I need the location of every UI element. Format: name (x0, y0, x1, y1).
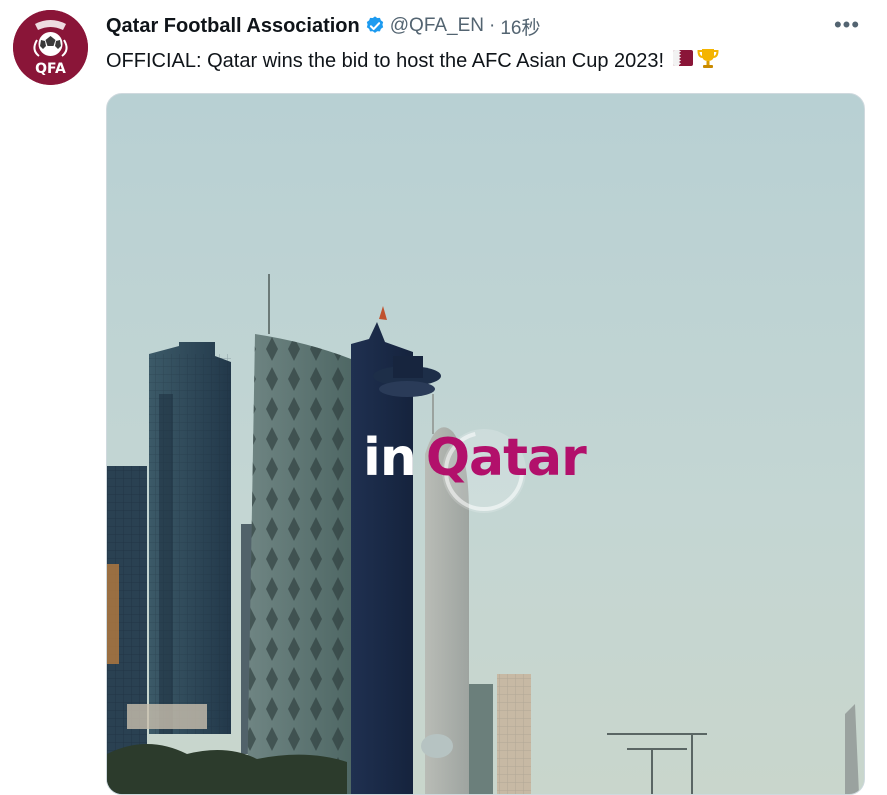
tweet-body: OFFICIAL: Qatar wins the bid to host the… (106, 46, 720, 76)
overlay-word-qatar: Qatar (425, 428, 587, 488)
tweet-text: OFFICIAL: Qatar wins the bid to host the… (106, 49, 665, 72)
author-name[interactable]: Qatar Football Association (106, 15, 360, 38)
tweet[interactable]: QFA Qatar Football Association @QFA_EN ·… (0, 0, 887, 795)
tweet-header: Qatar Football Association @QFA_EN · 16秒 (106, 12, 540, 40)
video-overlay-title: in Qatar (363, 428, 587, 488)
more-options-button[interactable]: ••• (831, 10, 863, 40)
tweet-timestamp[interactable]: 16秒 (500, 13, 540, 40)
author-avatar[interactable]: QFA (13, 10, 88, 85)
separator-dot: · (489, 15, 496, 36)
qfa-logo-icon: QFA (13, 10, 88, 85)
author-handle[interactable]: @QFA_EN (390, 15, 484, 37)
qatar-flag-icon (672, 48, 694, 74)
tweet-video[interactable]: in Qatar (106, 93, 865, 795)
trophy-icon (696, 46, 720, 76)
svg-text:QFA: QFA (35, 61, 66, 77)
overlay-word-in: in (363, 428, 417, 488)
verified-badge-icon (364, 15, 386, 37)
